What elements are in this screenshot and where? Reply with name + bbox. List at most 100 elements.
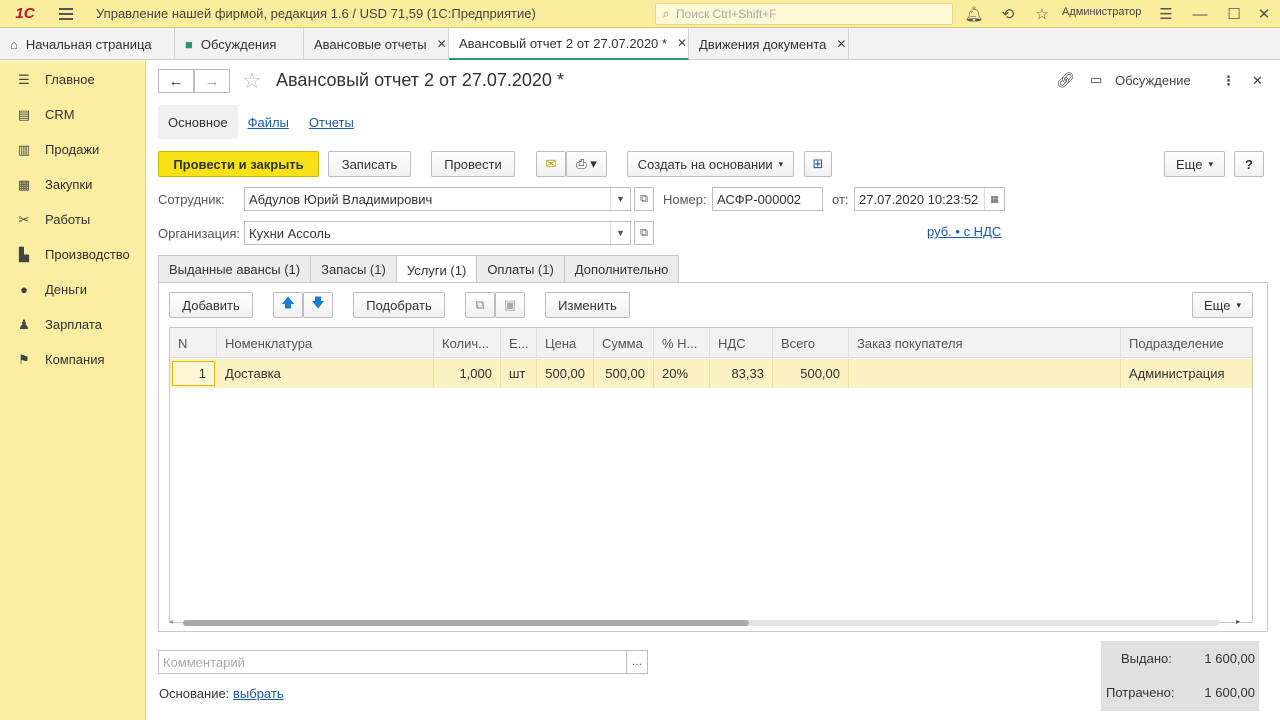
paste-icon[interactable]: ▣ <box>495 292 525 318</box>
maximize-icon[interactable]: ☐ <box>1223 3 1245 25</box>
tab-home[interactable]: ⌂ Начальная страница <box>0 28 175 60</box>
currency-vat-link[interactable]: руб. • с НДС <box>927 224 1001 239</box>
create-based-on-button[interactable]: Создать на основании ▾ <box>627 151 794 177</box>
tab-document-movements[interactable]: Движения документа ✕ <box>689 28 849 60</box>
col-header-item[interactable]: Номенклатура <box>217 328 434 358</box>
sidebar-item-purchases[interactable]: ▦ Закупки <box>0 167 145 202</box>
scroll-right-icon[interactable]: ▸ <box>1236 617 1240 626</box>
cell-customer-order[interactable] <box>849 359 1121 388</box>
section-reports[interactable]: Отчеты <box>299 105 364 139</box>
add-button[interactable]: Добавить <box>169 292 253 318</box>
col-header-qty[interactable]: Колич... <box>434 328 501 358</box>
sidebar-item-works[interactable]: ✂ Работы <box>0 202 145 237</box>
tab-services[interactable]: Услуги (1) <box>395 255 478 284</box>
col-header-vat-rate[interactable]: % Н... <box>654 328 710 358</box>
move-down-icon[interactable]: 🡇 <box>303 292 333 318</box>
history-icon[interactable]: ⟲ <box>997 3 1019 25</box>
tab-payments[interactable]: Оплаты (1) <box>476 255 565 283</box>
tab-additional[interactable]: Дополнительно <box>563 255 680 283</box>
horizontal-scrollbar[interactable]: ◂ ▸ <box>169 617 1240 627</box>
sidebar-item-sales[interactable]: ▥ Продажи <box>0 132 145 167</box>
help-button[interactable]: ? <box>1234 151 1264 177</box>
number-field[interactable]: АСФР-000002 <box>712 187 823 211</box>
cell-department[interactable]: Администрация <box>1121 359 1252 388</box>
move-up-icon[interactable]: 🡅 <box>273 292 303 318</box>
tab-issued-advances[interactable]: Выданные авансы (1) <box>158 255 312 283</box>
open-employee-icon[interactable]: ⧉ <box>634 187 654 211</box>
close-form-icon[interactable]: ✕ <box>1252 73 1263 89</box>
table-row[interactable]: 1 Доставка 1,000 шт 500,00 500,00 20% 83… <box>170 359 1252 388</box>
col-header-amount[interactable]: Сумма <box>594 328 654 358</box>
employee-field[interactable]: Абдулов Юрий Владимирович ▼ <box>244 187 631 211</box>
basis-select-link[interactable]: выбрать <box>233 686 284 701</box>
section-main[interactable]: Основное <box>158 105 238 139</box>
favorites-star-icon[interactable]: ☆ <box>1031 3 1053 25</box>
sidebar-item-company[interactable]: ⚑ Компания <box>0 342 145 377</box>
tab-discussions[interactable]: ■ Обсуждения <box>175 28 304 60</box>
structure-icon[interactable]: ⊞ <box>804 151 832 177</box>
cell-n[interactable]: 1 <box>172 361 215 386</box>
cell-vat[interactable]: 83,33 <box>710 359 773 388</box>
comment-field[interactable]: Комментарий <box>158 650 628 674</box>
post-button[interactable]: Провести <box>431 151 515 177</box>
col-header-unit[interactable]: Е... <box>501 328 537 358</box>
user-name[interactable]: Администратор <box>1062 6 1141 18</box>
forward-button[interactable]: → <box>194 69 230 93</box>
minimize-icon[interactable]: — <box>1189 3 1211 25</box>
section-files[interactable]: Файлы <box>238 105 299 139</box>
open-organization-icon[interactable]: ⧉ <box>634 221 654 245</box>
col-header-customer-order[interactable]: Заказ покупателя <box>849 328 1121 358</box>
sidebar-item-crm[interactable]: ▤ CRM <box>0 97 145 132</box>
post-and-close-button[interactable]: Провести и закрыть <box>158 151 319 177</box>
print-button[interactable]: ⎙ ▾ <box>566 151 607 177</box>
bell-icon[interactable]: 🔔︎ <box>963 3 985 25</box>
organization-field[interactable]: Кухни Ассоль ▼ <box>244 221 631 245</box>
sidebar-item-production[interactable]: ▙ Производство <box>0 237 145 272</box>
copy-icon[interactable]: ⧉ <box>465 292 495 318</box>
col-header-vat[interactable]: НДС <box>710 328 773 358</box>
search-input[interactable]: ⌕ Поиск Ctrl+Shift+F <box>655 3 953 25</box>
cell-amount[interactable]: 500,00 <box>594 359 654 388</box>
col-header-n[interactable]: N <box>170 328 217 358</box>
panel-more-button[interactable]: Еще ▾ <box>1192 292 1253 318</box>
discussion-button[interactable]: Обсуждение <box>1115 73 1191 88</box>
settings-menu-icon[interactable]: ☰ <box>1155 3 1177 25</box>
tab-advance-reports[interactable]: Авансовые отчеты ✕ <box>304 28 449 60</box>
cell-unit[interactable]: шт <box>501 359 537 388</box>
dropdown-arrow-icon[interactable]: ▼ <box>610 222 630 244</box>
comment-expand-button[interactable]: … <box>626 650 648 674</box>
cell-price[interactable]: 500,00 <box>537 359 594 388</box>
more-actions-icon[interactable]: ⋮ <box>1222 73 1235 89</box>
more-button[interactable]: Еще ▾ <box>1164 151 1225 177</box>
tab-inventory[interactable]: Запасы (1) <box>310 255 397 283</box>
cell-total[interactable]: 500,00 <box>773 359 849 388</box>
change-button[interactable]: Изменить <box>545 292 630 318</box>
date-field[interactable]: 27.07.2020 10:23:52 ▦ <box>854 187 1005 211</box>
cell-item[interactable]: Доставка <box>217 359 434 388</box>
save-button[interactable]: Записать <box>328 151 411 177</box>
main-menu-icon[interactable] <box>54 0 78 28</box>
close-tab-icon[interactable]: ✕ <box>836 37 846 51</box>
dropdown-arrow-icon[interactable]: ▼ <box>610 188 630 210</box>
calendar-icon[interactable]: ▦ <box>984 188 1004 210</box>
sidebar-item-salary[interactable]: ♟ Зарплата <box>0 307 145 342</box>
email-icon[interactable]: ✉ <box>536 151 566 177</box>
link-icon[interactable]: 🔗︎ <box>1056 71 1075 89</box>
scroll-left-icon[interactable]: ◂ <box>169 617 173 626</box>
close-tab-icon[interactable]: ✕ <box>677 36 687 50</box>
col-header-total[interactable]: Всего <box>773 328 849 358</box>
col-header-price[interactable]: Цена <box>537 328 594 358</box>
back-button[interactable]: ← <box>158 69 194 93</box>
cell-qty[interactable]: 1,000 <box>434 359 501 388</box>
pick-button[interactable]: Подобрать <box>353 292 445 318</box>
scrollbar-thumb[interactable] <box>183 620 749 626</box>
favorite-star-icon[interactable]: ☆ <box>242 68 262 94</box>
sidebar-item-money[interactable]: ● Деньги <box>0 272 145 307</box>
tab-advance-report-2[interactable]: Авансовый отчет 2 от 27.07.2020 * ✕ <box>449 28 689 60</box>
col-header-department[interactable]: Подразделение <box>1121 328 1252 358</box>
discussion-icon[interactable]: ▭ <box>1090 72 1102 88</box>
close-tab-icon[interactable]: ✕ <box>437 37 447 51</box>
cell-vat-rate[interactable]: 20% <box>654 359 710 388</box>
close-window-icon[interactable]: ✕ <box>1253 3 1275 25</box>
sidebar-item-main[interactable]: ☰ Главное <box>0 62 145 97</box>
